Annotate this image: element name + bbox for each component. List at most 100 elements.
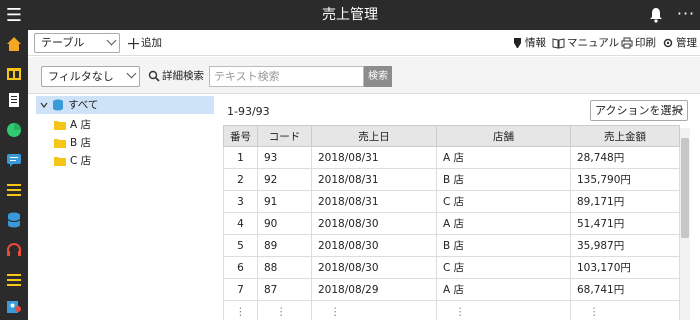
table-row[interactable]: 3 91 2018/08/31 C 店 89,171円 — [223, 190, 680, 213]
search-button[interactable]: 検索 — [364, 66, 392, 87]
print-label: 印刷 — [635, 37, 656, 49]
chevron-down-icon — [40, 102, 48, 108]
info-button[interactable]: 情報 — [512, 34, 546, 52]
cell-code: 89 — [257, 234, 312, 257]
menu-list-icon[interactable] — [0, 266, 28, 294]
record-count: 1-93/93 — [227, 105, 270, 118]
text-search-input[interactable]: テキスト検索 — [209, 66, 364, 87]
column-header-sales-amount[interactable]: 売上金額 — [570, 125, 680, 147]
cell-sales-amount: 35,987円 — [570, 234, 680, 257]
bell-icon[interactable] — [648, 5, 664, 25]
ellipsis-cell: ⋮ — [257, 300, 312, 320]
ellipsis-cell: ⋮ — [436, 300, 571, 320]
tree-item-store-c[interactable]: C 店 — [54, 152, 91, 170]
cell-sales-date: 2018/08/31 — [311, 190, 437, 213]
view-select-value: テーブル — [41, 36, 85, 49]
folder-icon — [54, 121, 66, 130]
table-row[interactable]: 1 93 2018/08/31 A 店 28,748円 — [223, 146, 680, 169]
add-label: 追加 — [141, 37, 162, 49]
cell-number: 6 — [223, 256, 258, 279]
advanced-search-label: 詳細検索 — [162, 70, 204, 82]
plus-icon — [128, 37, 139, 49]
advanced-search-button[interactable]: 詳細検索 — [148, 67, 204, 85]
cell-code: 87 — [257, 278, 312, 301]
cell-code: 92 — [257, 168, 312, 191]
headset-icon[interactable] — [0, 236, 28, 264]
cell-sales-amount: 135,790円 — [570, 168, 680, 191]
user-search-icon[interactable] — [0, 292, 28, 320]
table-row[interactable]: 6 88 2018/08/30 C 店 103,170円 — [223, 256, 680, 279]
table-row[interactable]: 4 90 2018/08/30 A 店 51,471円 — [223, 212, 680, 235]
cell-sales-amount: 51,471円 — [570, 212, 680, 235]
action-select[interactable]: アクションを選択 — [590, 100, 688, 121]
page-title: 売上管理 — [322, 7, 378, 23]
cell-code: 90 — [257, 212, 312, 235]
database-icon[interactable] — [0, 206, 28, 234]
info-label: 情報 — [525, 37, 546, 49]
add-button[interactable]: 追加 — [128, 34, 162, 52]
gift-icon[interactable] — [0, 58, 28, 86]
column-header-code[interactable]: コード — [257, 125, 312, 147]
info-icon — [514, 38, 521, 48]
cell-store: B 店 — [436, 234, 571, 257]
cell-sales-date: 2018/08/30 — [311, 212, 437, 235]
book-icon — [552, 38, 565, 49]
cell-store: A 店 — [436, 278, 571, 301]
table-row[interactable]: 7 87 2018/08/29 A 店 68,741円 — [223, 278, 680, 301]
cell-number: 4 — [223, 212, 258, 235]
title-bar: ☰ 売上管理 ··· — [0, 0, 700, 30]
home-icon[interactable] — [0, 30, 28, 58]
cell-store: A 店 — [436, 146, 571, 169]
tree-item-store-a[interactable]: A 店 — [54, 116, 91, 134]
table-row[interactable]: 5 89 2018/08/30 B 店 35,987円 — [223, 234, 680, 257]
cell-code: 88 — [257, 256, 312, 279]
side-rail — [0, 30, 28, 320]
print-button[interactable]: 印刷 — [621, 34, 656, 52]
cell-store: C 店 — [436, 190, 571, 213]
cell-sales-date: 2018/08/30 — [311, 234, 437, 257]
cell-code: 91 — [257, 190, 312, 213]
scrollbar-thumb[interactable] — [681, 138, 689, 238]
column-header-number[interactable]: 番号 — [223, 125, 258, 147]
cell-store: B 店 — [436, 168, 571, 191]
sales-table: 番号 コード 売上日 店舗 売上金額 1 93 2018/08/31 A 店 2… — [223, 125, 680, 320]
chat-icon[interactable] — [0, 146, 28, 174]
admin-button[interactable]: 管理 — [662, 34, 697, 52]
cell-store: A 店 — [436, 212, 571, 235]
folder-icon — [54, 157, 66, 166]
tree-item-store-b[interactable]: B 店 — [54, 134, 91, 152]
filter-bar: フィルタなし 詳細検索 テキスト検索 検索 — [28, 57, 700, 94]
tree-item-all[interactable]: すべて — [36, 96, 214, 114]
search-icon — [148, 70, 160, 82]
column-header-sales-date[interactable]: 売上日 — [311, 125, 437, 147]
ellipsis-cell: ⋮ — [223, 300, 258, 320]
ellipsis-cell: ⋮ — [570, 300, 680, 320]
table-row-ellipsis: ⋮ ⋮ ⋮ ⋮ ⋮ — [223, 300, 680, 320]
document-icon[interactable] — [0, 86, 28, 114]
cell-sales-date: 2018/08/29 — [311, 278, 437, 301]
more-options-icon[interactable]: ··· — [674, 0, 698, 30]
folder-icon — [54, 139, 66, 148]
filter-select[interactable]: フィルタなし — [41, 66, 140, 87]
cell-sales-date: 2018/08/31 — [311, 168, 437, 191]
manual-button[interactable]: マニュアル — [552, 34, 619, 52]
cell-sales-date: 2018/08/30 — [311, 256, 437, 279]
cell-sales-amount: 103,170円 — [570, 256, 680, 279]
view-select[interactable]: テーブル — [34, 33, 120, 53]
cell-code: 93 — [257, 146, 312, 169]
manual-label: マニュアル — [567, 37, 620, 49]
table-row[interactable]: 2 92 2018/08/31 B 店 135,790円 — [223, 168, 680, 191]
cell-store: C 店 — [436, 256, 571, 279]
cell-number: 5 — [223, 234, 258, 257]
column-header-store[interactable]: 店舗 — [436, 125, 571, 147]
database-icon — [53, 99, 63, 111]
pie-chart-icon[interactable] — [0, 116, 28, 144]
action-select-value: アクションを選択 — [595, 104, 683, 117]
ellipsis-cell: ⋮ — [311, 300, 437, 320]
filter-select-value: フィルタなし — [48, 70, 114, 83]
list-icon[interactable] — [0, 176, 28, 204]
chevron-down-icon — [106, 35, 117, 46]
cell-sales-amount: 68,741円 — [570, 278, 680, 301]
tree-item-label: C 店 — [70, 155, 92, 167]
admin-label: 管理 — [676, 37, 697, 49]
